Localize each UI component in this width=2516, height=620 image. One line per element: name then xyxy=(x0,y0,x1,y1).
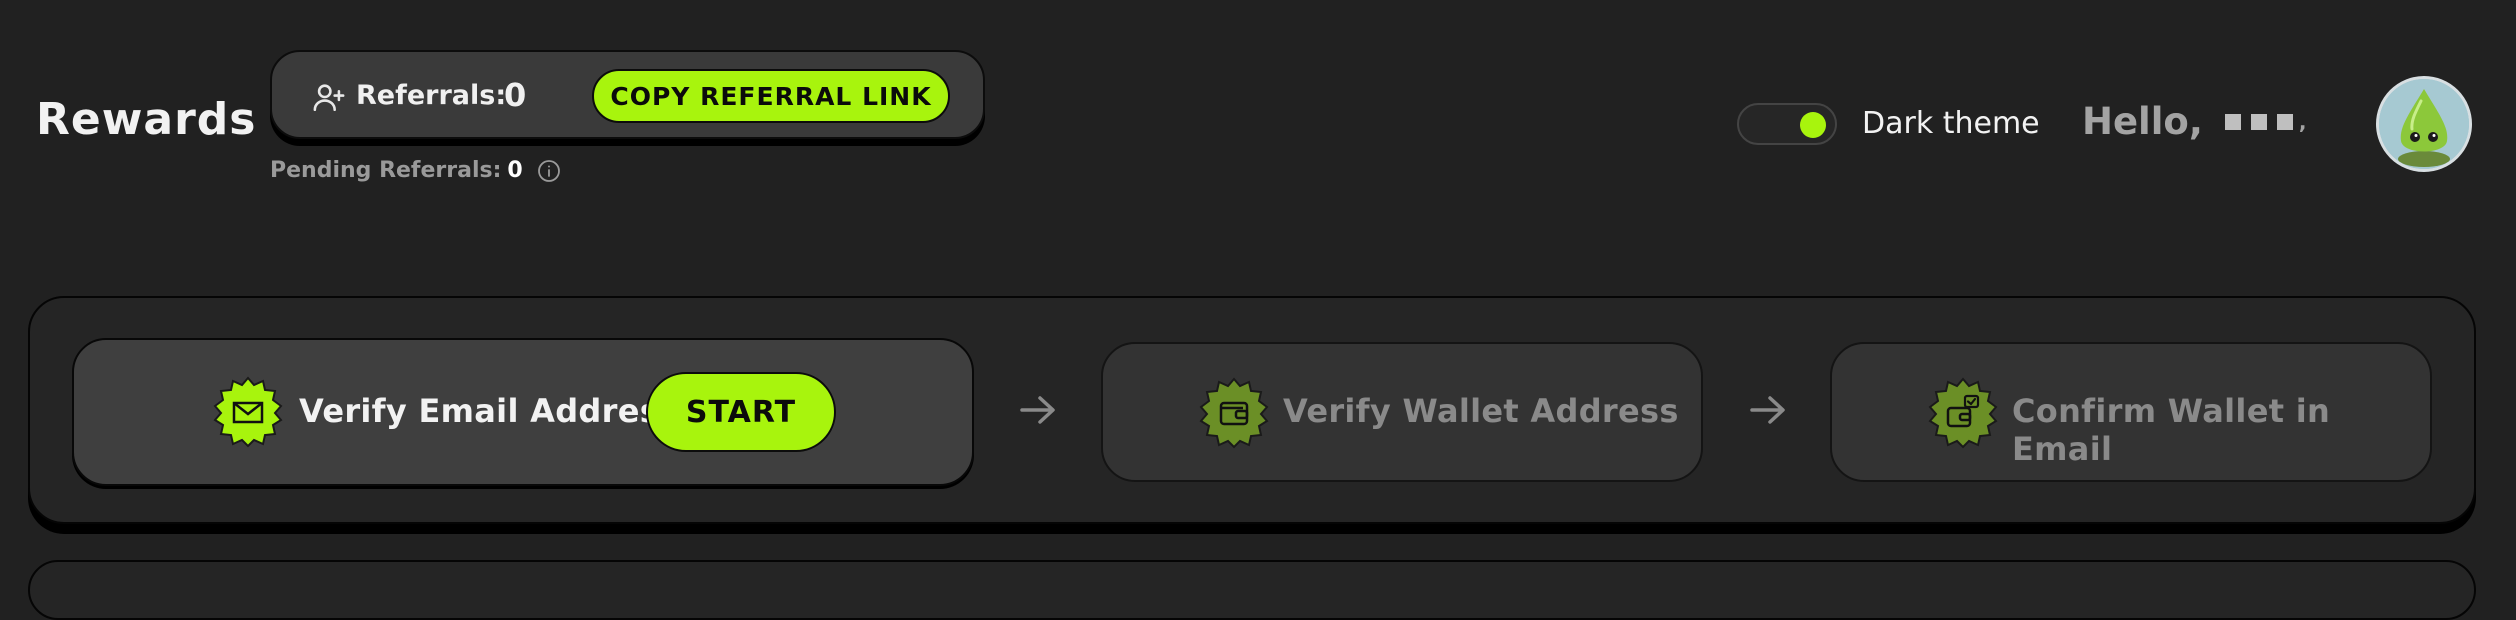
referrals-panel: Referrals: 0 COPY REFERRAL LINK xyxy=(270,50,985,139)
envelope-icon xyxy=(213,376,283,448)
info-icon[interactable] xyxy=(537,159,561,183)
next-section-card xyxy=(28,560,2476,620)
dark-theme-label: Dark theme xyxy=(1862,106,2040,141)
redacted-name-tail: , xyxy=(2298,109,2307,134)
step-label: Confirm Wallet in Email xyxy=(2012,392,2331,468)
redacted-name-block xyxy=(2276,113,2293,130)
referrals-count: 0 xyxy=(504,76,527,114)
greeting: Hello, , xyxy=(2082,100,2307,143)
arrow-right-icon xyxy=(1020,396,1055,424)
arrow-right-icon xyxy=(1750,396,1785,424)
drop-mascot-icon xyxy=(2379,79,2469,169)
dark-theme-toggle[interactable] xyxy=(1737,103,1837,145)
avatar[interactable] xyxy=(2376,76,2472,172)
toggle-knob xyxy=(1800,112,1826,138)
redacted-name-block xyxy=(2224,113,2241,130)
step-label: Verify Email Address xyxy=(299,392,679,430)
redacted-name-block xyxy=(2250,113,2267,130)
add-user-icon xyxy=(313,84,345,112)
pending-referrals-label: Pending Referrals: xyxy=(270,158,502,183)
referrals-label: Referrals: xyxy=(356,80,507,111)
pending-referrals-count: 0 xyxy=(507,158,523,183)
page-title: Rewards xyxy=(36,94,257,145)
step-confirm-wallet-email: Confirm Wallet in Email xyxy=(1830,342,2432,482)
start-button[interactable]: START xyxy=(646,372,836,452)
wallet-check-icon xyxy=(1928,377,1998,449)
pending-referrals: Pending Referrals: 0 xyxy=(270,158,561,183)
step-label: Verify Wallet Address xyxy=(1283,392,1679,430)
greeting-text: Hello, xyxy=(2082,100,2203,143)
wallet-icon xyxy=(1199,377,1269,449)
step-verify-email: Verify Email Address START xyxy=(72,338,974,486)
copy-referral-link-button[interactable]: COPY REFERRAL LINK xyxy=(592,69,950,123)
step-verify-wallet: Verify Wallet Address xyxy=(1101,342,1703,482)
verification-steps-card: Verify Email Address START Verify Wallet… xyxy=(28,296,2476,524)
